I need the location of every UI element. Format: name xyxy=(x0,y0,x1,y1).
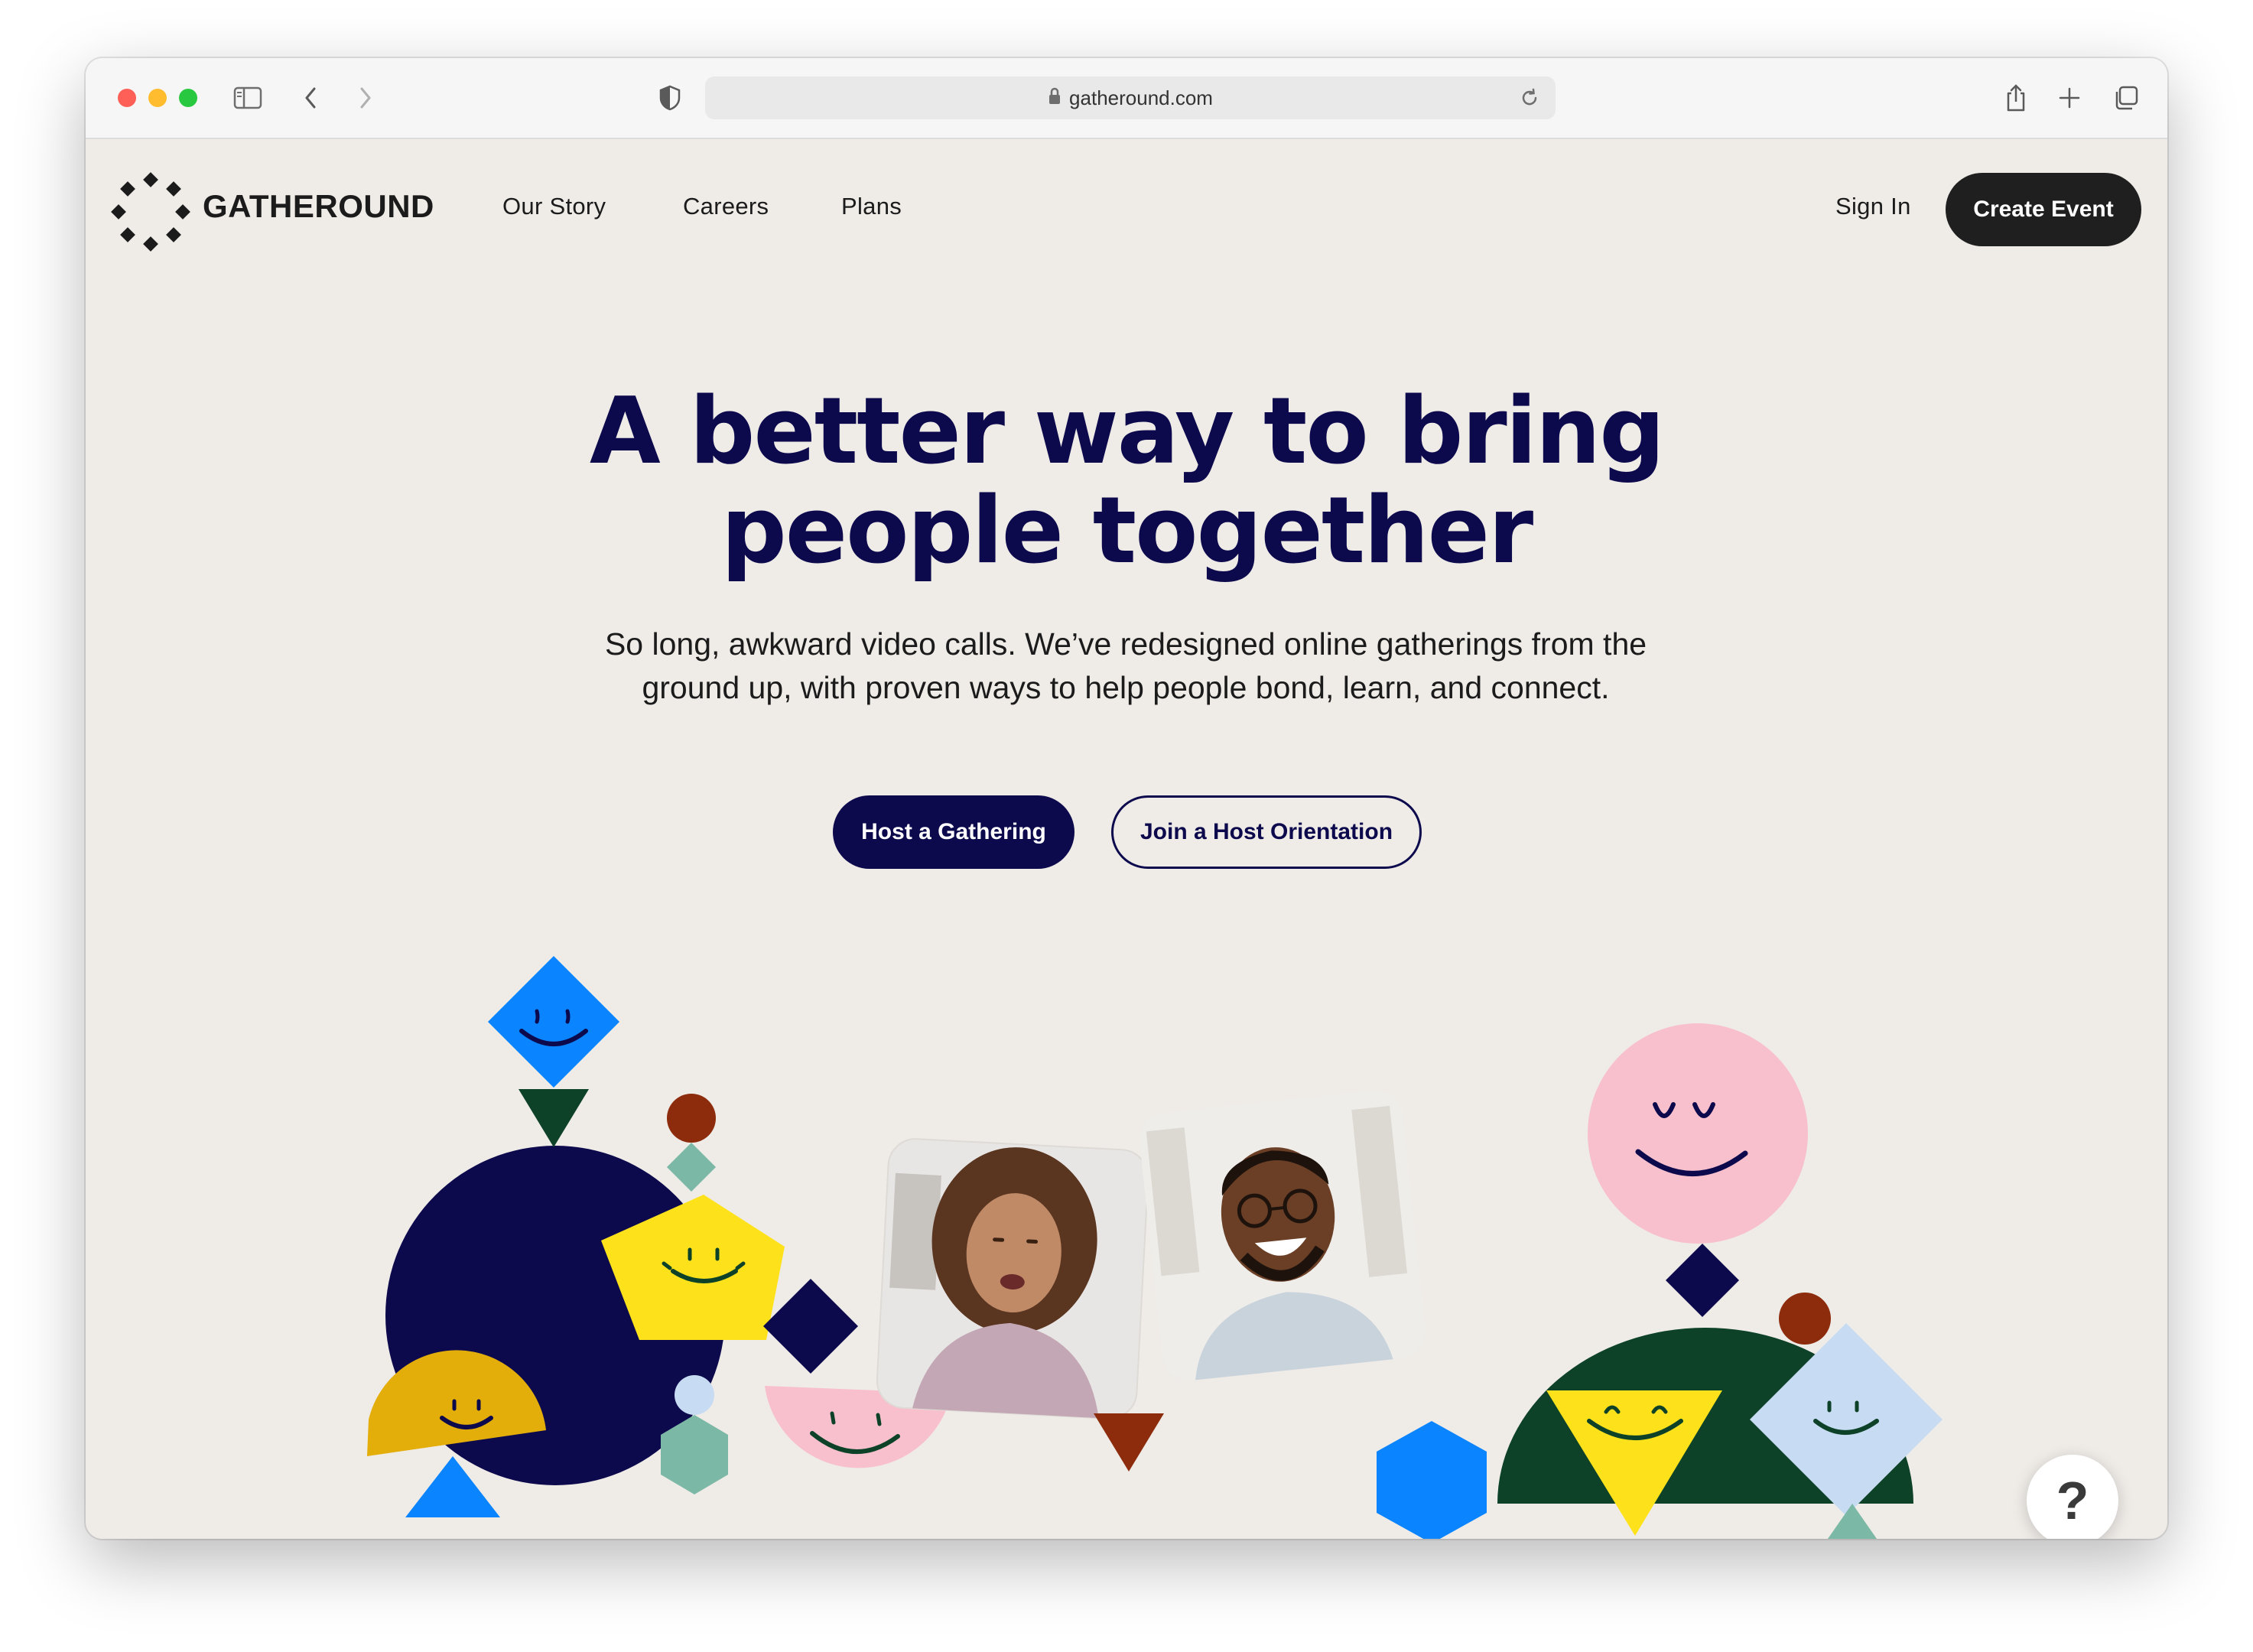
reload-icon[interactable] xyxy=(1513,81,1546,115)
rust-dot-right-shape xyxy=(1779,1293,1831,1345)
light-blue-dot-shape xyxy=(675,1375,714,1415)
help-button[interactable]: ? xyxy=(2027,1455,2118,1539)
hero-illustration xyxy=(367,956,1943,1539)
video-participant-woman xyxy=(876,1138,1149,1419)
navy-diamond-shape xyxy=(763,1279,858,1374)
share-icon[interactable] xyxy=(1999,81,2033,115)
shield-icon[interactable] xyxy=(653,81,687,115)
zoom-window-button[interactable] xyxy=(179,89,197,107)
browser-toolbar: gatheround.com xyxy=(86,58,2167,139)
close-window-button[interactable] xyxy=(118,89,136,107)
blue-diamond-smiley-icon xyxy=(488,956,619,1088)
url-text: gatheround.com xyxy=(1069,86,1213,109)
rust-dot-shape xyxy=(667,1094,716,1143)
blue-hexagon-shape xyxy=(1377,1421,1487,1539)
sidebar-icon[interactable] xyxy=(231,81,265,115)
back-icon[interactable] xyxy=(294,81,327,115)
lock-icon xyxy=(1048,87,1061,109)
green-triangle-shape xyxy=(519,1089,589,1147)
sage-diamond-shape xyxy=(667,1143,716,1192)
navy-diamond-right-shape xyxy=(1666,1244,1739,1317)
video-participant-man xyxy=(1140,1090,1426,1381)
rust-triangle-shape xyxy=(1094,1413,1164,1472)
forward-icon[interactable] xyxy=(349,81,382,115)
page-content: GATHEROUND Our Story Careers Plans Sign … xyxy=(86,139,2167,1539)
address-bar[interactable]: gatheround.com xyxy=(705,76,1556,119)
browser-window: gatheround.com GATHEROUND Our Story Care… xyxy=(86,58,2167,1539)
pink-circle-smiley-icon xyxy=(1588,1023,1808,1244)
new-tab-icon[interactable] xyxy=(2053,81,2086,115)
sage-triangle-right-shape xyxy=(1828,1504,1877,1539)
minimize-window-button[interactable] xyxy=(148,89,167,107)
tabs-overview-icon[interactable] xyxy=(2109,81,2143,115)
